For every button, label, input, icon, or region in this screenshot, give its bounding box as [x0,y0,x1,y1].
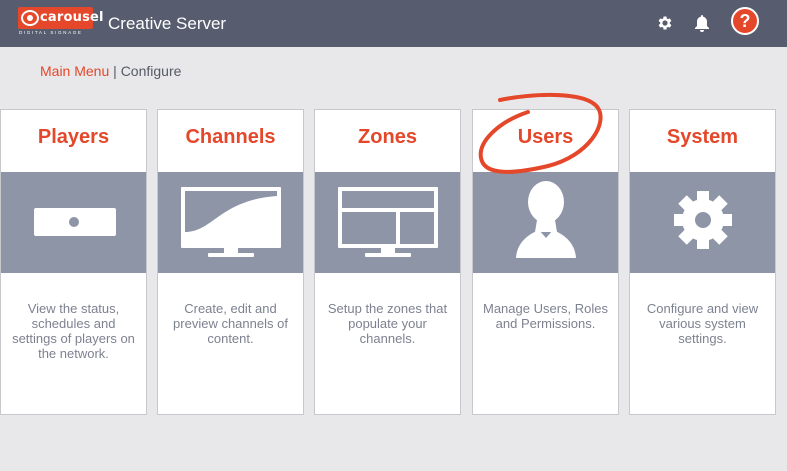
notifications-bell-icon[interactable] [694,14,710,32]
card-users[interactable]: Users Manage Users, Roles and Permission… [472,109,619,415]
breadcrumb-main-menu-link[interactable]: Main Menu [40,63,109,79]
monitor-icon [181,187,281,257]
card-image-band [315,172,460,273]
card-description: View the status, schedules and settings … [12,301,135,361]
zones-layout-icon [338,187,438,257]
card-image-band [473,172,618,273]
player-device-icon [34,208,116,236]
gear-icon [674,191,732,249]
card-title: Channels [185,126,276,148]
card-description: Manage Users, Roles and Permissions. [483,301,608,331]
breadcrumb: Main Menu | Configure [40,63,181,79]
top-bar: carousel DIGITAL SIGNAGE Creative Server… [0,0,787,47]
card-system[interactable]: System Configure and view various system… [629,109,776,415]
card-title: Players [37,126,110,148]
carousel-logo[interactable]: carousel DIGITAL SIGNAGE [18,7,103,35]
card-zones[interactable]: Zones Setup the zones that populate your… [314,109,461,415]
card-image-band [630,172,775,273]
card-title: Users [517,126,574,148]
card-image-band [158,172,303,273]
card-players[interactable]: Players View the status, schedules and s… [0,109,147,415]
breadcrumb-current: Configure [120,63,182,79]
logo-subtext: DIGITAL SIGNAGE [19,30,83,35]
breadcrumb-separator: | [113,63,117,79]
logo-badge: carousel [18,7,103,29]
logo-word: carousel [40,10,104,25]
card-description: Create, edit and preview channels of con… [173,301,288,346]
card-description: Configure and view various system settin… [646,301,759,346]
settings-gear-icon[interactable] [656,14,674,32]
card-title: Zones [358,126,417,148]
app-title: Creative Server [108,14,227,33]
card-image-band [1,172,146,273]
logo-ring-icon [21,10,39,26]
card-channels[interactable]: Channels Create, edit and preview channe… [157,109,304,415]
help-button[interactable]: ? [731,7,759,35]
card-title: System [666,126,739,148]
card-description: Setup the zones that populate your chann… [327,301,448,346]
user-silhouette-icon [516,181,576,258]
